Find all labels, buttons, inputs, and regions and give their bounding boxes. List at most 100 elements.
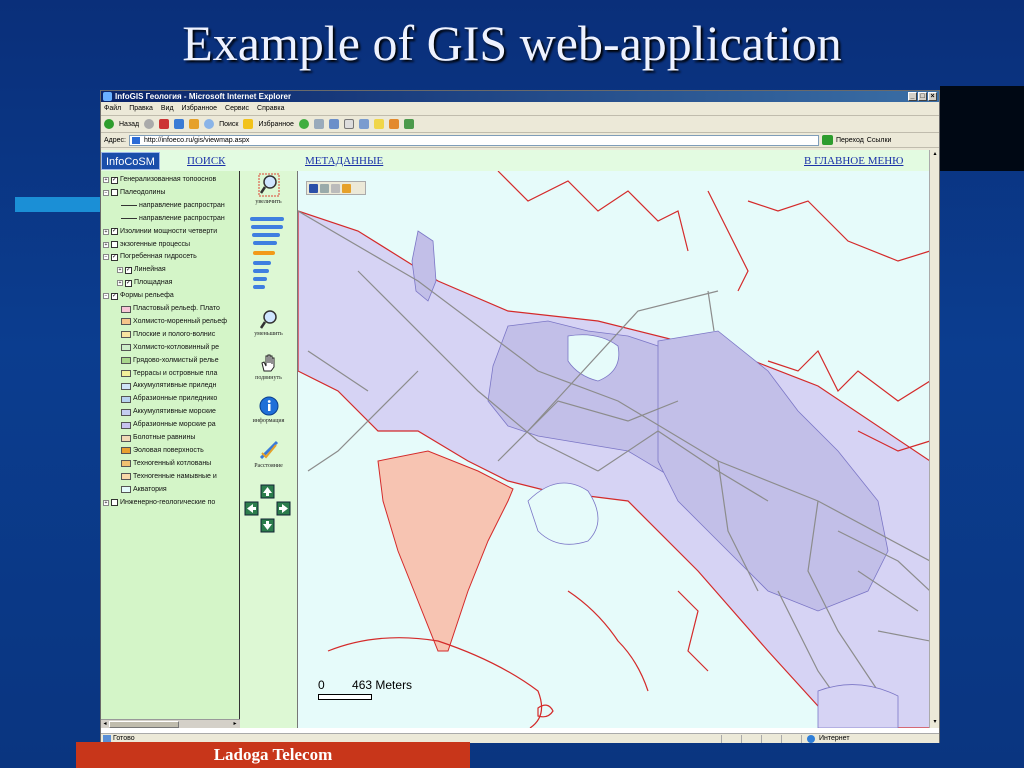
layer-checkbox[interactable]: ✓ [111, 228, 118, 236]
scroll-up-arrow[interactable]: ▴ [931, 150, 939, 159]
zoom-step-6[interactable] [253, 261, 271, 265]
expand-icon[interactable]: + [117, 280, 123, 287]
menu-file[interactable]: Файл [104, 102, 121, 115]
lowland-lake[interactable] [411, 230, 437, 302]
close-button[interactable]: × [928, 92, 937, 101]
layer-checkbox[interactable]: ✓ [125, 279, 132, 287]
layer-tree-item[interactable]: Холмисто-котловинный ре [121, 342, 219, 354]
layer-tree-item[interactable]: + ✓ Изолинии мощности четверти [103, 226, 217, 238]
expand-icon[interactable]: + [103, 228, 109, 235]
expand-icon[interactable]: + [103, 499, 109, 506]
print-icon[interactable] [343, 119, 354, 129]
zoom-in-icon[interactable] [258, 173, 280, 197]
distance-tool[interactable]: Расстояние [240, 439, 297, 469]
layer-checkbox[interactable]: ✓ [125, 266, 132, 274]
collapse-icon[interactable]: − [103, 293, 109, 300]
layer-checkbox[interactable]: ✓ [111, 292, 118, 300]
zoom-step-7[interactable] [253, 269, 269, 273]
pan-down-arrow-icon[interactable] [260, 518, 275, 533]
home-icon[interactable] [189, 119, 200, 129]
layer-tree-scrollbar[interactable]: ◂ ▸ [101, 719, 240, 728]
zoom-in-tool[interactable]: увеличить [240, 173, 297, 205]
layer-checkbox[interactable] [111, 499, 118, 506]
edit-icon[interactable] [358, 119, 369, 129]
print-map-icon[interactable] [342, 184, 351, 193]
layer-tree-item[interactable]: Аккумулятивные морские [121, 406, 216, 418]
info-tool[interactable]: информация [240, 396, 297, 424]
minimize-button[interactable]: _ [908, 92, 917, 101]
layer-tree-item[interactable]: + Инженерно-геологические по [103, 497, 215, 509]
hand-icon[interactable] [258, 353, 280, 373]
layer-tree-item[interactable]: Акватория [121, 484, 167, 496]
layer-tree-item[interactable]: направление распростран [121, 213, 225, 225]
go-button[interactable]: Переход [836, 133, 864, 148]
layer-tree-item[interactable]: Аккумулятивные приледн [121, 380, 216, 392]
collapse-icon[interactable]: − [103, 189, 109, 196]
zoom-out-tool[interactable]: уменьшить [240, 309, 297, 337]
pan-tool[interactable]: подвинуть [240, 353, 297, 381]
menu-help[interactable]: Справка [257, 102, 284, 115]
back-button[interactable]: Назад [119, 116, 139, 133]
save-icon[interactable] [309, 184, 318, 193]
layer-tree-item[interactable]: + ✓ Генерализованная топооснов [103, 174, 216, 186]
menu-edit[interactable]: Правка [129, 102, 153, 115]
map-view[interactable]: 0 463 Meters [297, 171, 929, 728]
expand-icon[interactable]: + [103, 241, 109, 248]
search-icon[interactable] [204, 119, 215, 129]
app-brand[interactable]: InfoCoSM [101, 152, 160, 170]
search-button[interactable]: Поиск [219, 116, 238, 133]
layer-tree-item[interactable]: Эоловая поверхность [121, 445, 204, 457]
zoom-out-icon[interactable] [258, 309, 280, 329]
pan-right-arrow-icon[interactable] [276, 501, 291, 516]
menu-tools[interactable]: Сервис [225, 102, 249, 115]
layer-tree-item[interactable]: Грядово-холмистый релье [121, 355, 219, 367]
favorites-star-icon[interactable] [243, 119, 254, 129]
layer-checkbox[interactable] [111, 241, 118, 248]
copy-icon[interactable] [320, 184, 329, 193]
layer-tree-item[interactable]: − ✓ Погребенная гидросеть [103, 251, 197, 263]
page-scrollbar[interactable]: ▴ ▾ [929, 150, 939, 728]
collapse-icon[interactable]: − [103, 254, 109, 261]
zoom-step-8[interactable] [253, 277, 267, 281]
layer-tree-item[interactable]: − ✓ Формы рельефа [103, 290, 174, 302]
layer-checkbox[interactable] [111, 189, 118, 197]
layer-tree-item[interactable]: Плоские и полого-волнис [121, 329, 215, 341]
layer-tree-item[interactable]: Холмисто-моренный рельеф [121, 316, 227, 328]
mail-icon[interactable] [328, 119, 339, 129]
layer-tree-item[interactable]: направление распростран [121, 200, 225, 212]
ruler-icon[interactable] [258, 439, 280, 461]
scroll-down-arrow[interactable]: ▾ [931, 718, 939, 727]
zoom-step-5-current[interactable] [253, 251, 275, 255]
zoom-step-3[interactable] [252, 233, 280, 237]
layer-checkbox[interactable]: ✓ [111, 176, 118, 184]
menu-view[interactable]: Вид [161, 102, 174, 115]
layer-tree-item[interactable]: Техногенный котлованы [121, 458, 211, 470]
links-button[interactable]: Ссылки [867, 133, 892, 148]
menu-favorites[interactable]: Избранное [182, 102, 217, 115]
scroll-right-arrow[interactable]: ▸ [231, 720, 239, 729]
layer-checkbox[interactable]: ✓ [111, 253, 118, 261]
scroll-left-arrow[interactable]: ◂ [101, 720, 109, 729]
layer-tree-item[interactable]: Абразионные морские ра [121, 419, 216, 431]
zoom-step-9[interactable] [253, 285, 265, 289]
forward-arrow-icon[interactable] [144, 119, 155, 129]
discuss-icon[interactable] [388, 119, 399, 129]
nav-home-link[interactable]: В ГЛАВНОЕ МЕНЮ [804, 155, 903, 167]
messenger-icon[interactable] [403, 119, 414, 129]
back-arrow-icon[interactable] [104, 119, 114, 129]
layer-tree-item[interactable]: Пластовый рельеф. Плато [121, 303, 220, 315]
maximize-button[interactable]: □ [918, 92, 927, 101]
zoom-step-2[interactable] [251, 225, 283, 229]
scroll-thumb[interactable] [109, 721, 179, 728]
favorites-button[interactable]: Избранное [258, 116, 293, 133]
layer-tree-item[interactable]: − Палеодолины [103, 187, 165, 199]
media-icon[interactable] [298, 119, 309, 129]
layer-tree-item[interactable]: Болотные равнины [121, 432, 195, 444]
layer-tree-item[interactable]: Абразионные приледнико [121, 393, 217, 405]
layer-tree-item[interactable]: + экзогенные процессы [103, 239, 190, 251]
stop-icon[interactable] [159, 119, 170, 129]
land-fragment-south[interactable] [817, 684, 899, 728]
pan-left-arrow-icon[interactable] [244, 501, 259, 516]
info-icon[interactable] [258, 396, 280, 416]
zoom-step-4[interactable] [253, 241, 277, 245]
